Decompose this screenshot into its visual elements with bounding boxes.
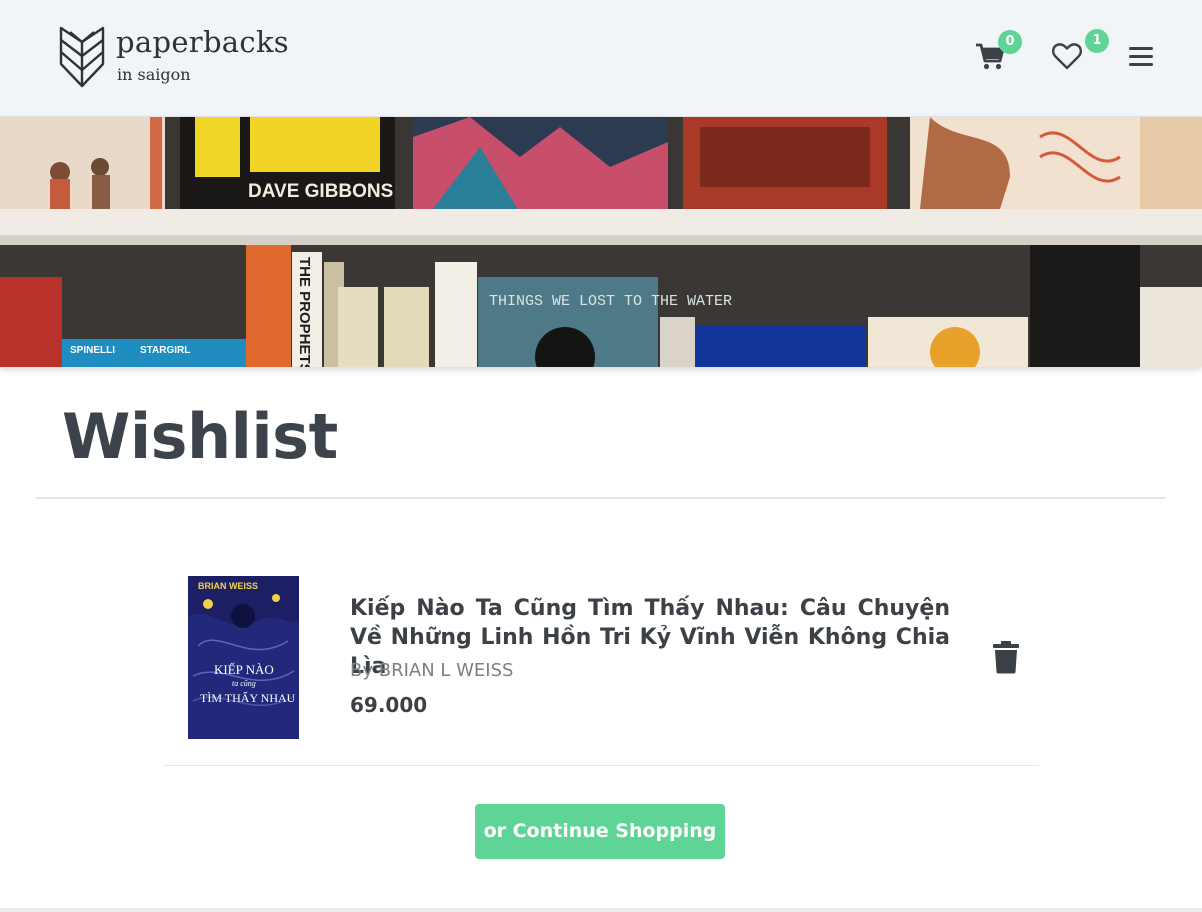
wishlist-item: BRIAN WEISS KIẾP NÀO ta cũng TÌM THẤY NH… [163, 560, 1039, 766]
banner-book-things-we-lost: THINGS WE LOST TO THE WATER [489, 293, 732, 310]
banner-book-spinelli: SPINELLI [70, 345, 115, 356]
banner-book-dave-gibbons: DAVE GIBBONS [248, 181, 393, 202]
book-leaf-icon [59, 26, 105, 88]
cart-count-badge: 0 [998, 30, 1022, 54]
heart-icon [1052, 43, 1082, 70]
bookshelf-banner: DAVE GIBBONS SPINELLI STARGIRL THE PROPH… [0, 117, 1202, 367]
logo-title: paperbacks [116, 25, 289, 59]
item-price: 69.000 [350, 693, 428, 717]
cover-title-line2: ta cũng [232, 679, 256, 688]
cart-button[interactable]: 0 [974, 30, 1022, 76]
cover-title-line3: TÌM THẤY NHAU [200, 690, 296, 705]
wishlist-button[interactable]: 1 [1051, 29, 1109, 76]
remove-item-button[interactable] [991, 640, 1021, 674]
site-header: paperbacks in saigon 0 1 [0, 0, 1202, 117]
cover-title-line1: KIẾP NÀO [214, 662, 274, 677]
trash-icon [993, 641, 1019, 674]
footer-divider [0, 908, 1202, 912]
banner-book-prophets: THE PROPHETS [296, 257, 313, 367]
menu-button[interactable] [1126, 42, 1158, 74]
hamburger-menu-icon [1129, 47, 1153, 66]
book-cover-image[interactable]: BRIAN WEISS KIẾP NÀO ta cũng TÌM THẤY NH… [188, 576, 299, 739]
banner-book-stargirl: STARGIRL [140, 345, 190, 356]
page-title: Wishlist [62, 400, 338, 473]
title-divider [36, 497, 1166, 499]
bookshelf-image: DAVE GIBBONS SPINELLI STARGIRL THE PROPH… [0, 117, 1202, 367]
continue-shopping-button[interactable]: or Continue Shopping [475, 804, 725, 859]
item-author: By BRIAN L WEISS [350, 660, 514, 681]
wishlist-count-badge: 1 [1085, 29, 1109, 53]
cover-author-text: BRIAN WEISS [198, 581, 258, 591]
logo-subtitle: in saigon [117, 65, 191, 84]
